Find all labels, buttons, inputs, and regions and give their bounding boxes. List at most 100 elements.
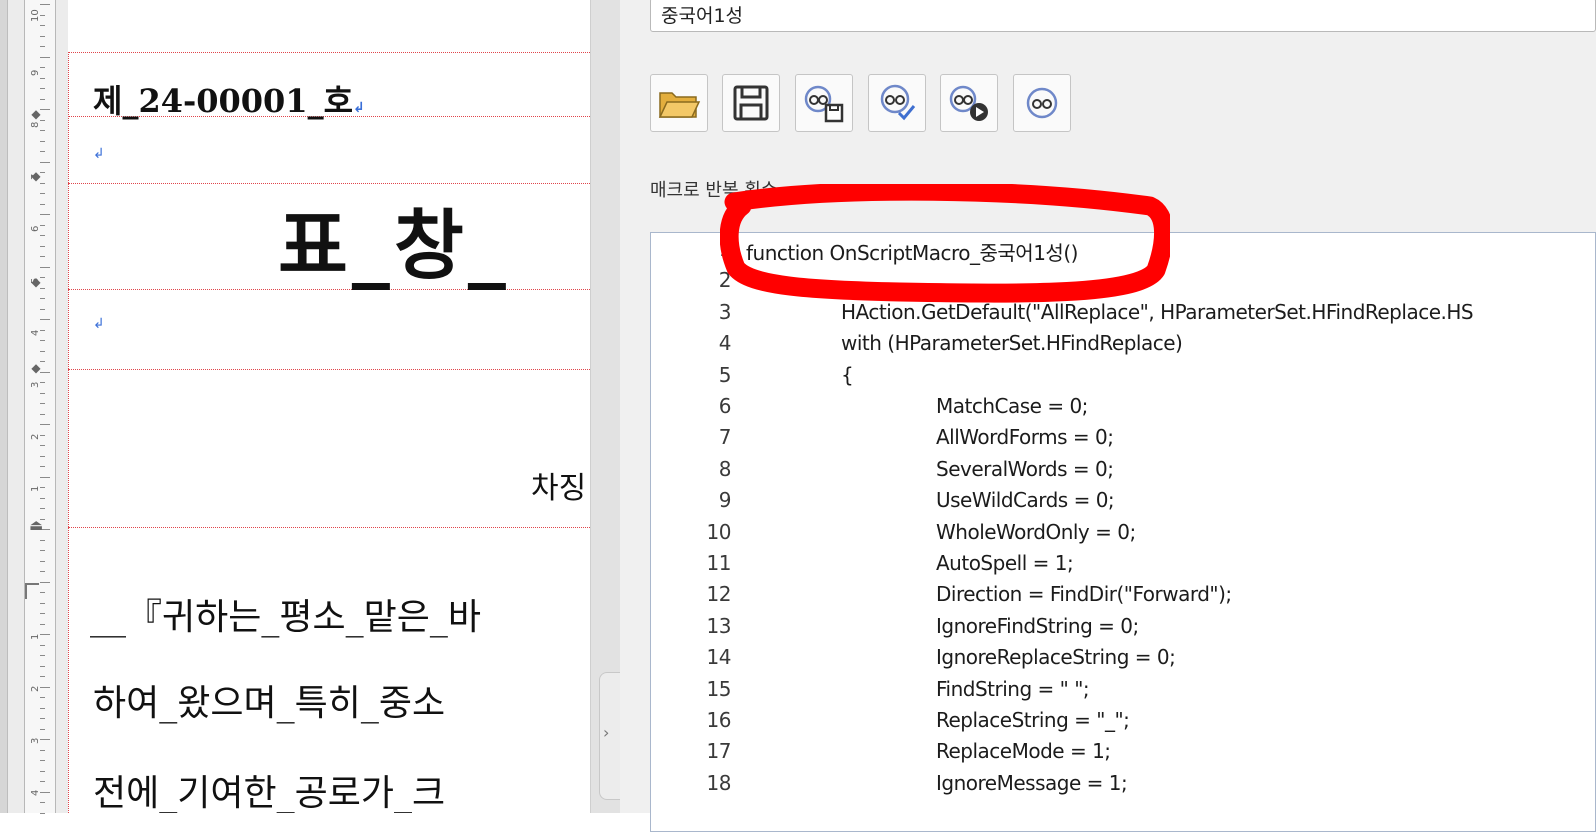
chevron-right-icon: ›	[603, 723, 610, 742]
ruler-margin-marker[interactable]: ◆	[29, 276, 43, 288]
ruler-margin-marker[interactable]: ◆	[29, 362, 43, 374]
ruler-tick	[40, 445, 45, 446]
script-editor[interactable]: 1 function OnScriptMacro_중국어1성() 2 3 HAction…	[650, 232, 1596, 832]
code-text: SeveralWords = 0;	[936, 456, 1114, 481]
ruler-tick	[40, 550, 45, 551]
document-page[interactable]: 제_24-00001_호↲ ↲ 표_창_ ↲ 차징 __『귀하는_평소_맡은_바…	[68, 0, 590, 813]
code-line[interactable]: 5{	[651, 362, 1595, 394]
ruler-number: 3	[30, 381, 41, 388]
paragraph-mark: ↲	[93, 316, 105, 332]
line-number: 5	[718, 362, 732, 387]
ruler-tick	[40, 497, 45, 499]
ruler-tick	[40, 676, 45, 677]
ruler-tick	[40, 319, 50, 320]
ruler-tick	[40, 424, 50, 425]
document-number-text: 제_24-00001_호	[93, 82, 354, 120]
page-margin-guide	[68, 52, 69, 813]
vertical-ruler: 10 9 8 7 6 5 4 3 2 1 1 2 3 4 ◆ ◆ ◆ ◆ ⏏	[0, 0, 68, 814]
code-text: IgnoreFindString = 0;	[936, 613, 1139, 638]
panel-splitter[interactable]: ›	[590, 0, 622, 813]
macro-run-button[interactable]	[940, 74, 998, 132]
line-number: 8	[718, 456, 732, 481]
code-text: UseWildCards = 0;	[936, 488, 1115, 513]
macro-check-button[interactable]	[868, 74, 926, 132]
macro-name-field[interactable]: 중국어1성	[650, 0, 1596, 32]
code-line[interactable]: 14 IgnoreReplaceString = 0;	[651, 645, 1595, 676]
ruler-tick	[40, 749, 45, 751]
ruler-tick	[40, 130, 45, 131]
code-line[interactable]: 2	[651, 268, 1595, 299]
ruler-margin-marker[interactable]: ◆	[29, 108, 43, 120]
code-line[interactable]: 13 IgnoreFindString = 0;	[651, 613, 1595, 645]
line-number: 11	[706, 551, 732, 575]
ruler-number: 2	[30, 433, 41, 440]
ruler-tick	[40, 613, 45, 614]
ruler-margin-marker[interactable]: ◆	[29, 170, 43, 182]
ruler-tick	[40, 718, 45, 719]
code-text: FindString = " ";	[936, 676, 1090, 701]
open-button[interactable]	[650, 74, 708, 132]
code-text: AllWordForms = 0;	[936, 425, 1114, 450]
code-text: ReplaceString = "_";	[936, 708, 1130, 732]
save-button[interactable]	[722, 74, 780, 132]
line-number: 12	[706, 582, 732, 607]
code-line[interactable]: 8 SeveralWords = 0;	[651, 456, 1595, 488]
code-text: ReplaceMode = 1;	[936, 739, 1111, 764]
ruler-tick	[40, 151, 45, 152]
macro-run-icon	[949, 85, 988, 121]
code-text: HAction.GetDefault("AllReplace", HParame…	[841, 299, 1474, 324]
code-line[interactable]: 1 function OnScriptMacro_중국어1성()	[651, 237, 1595, 268]
ruler-tick	[40, 266, 50, 268]
body-line-1: __『귀하는_평소_맡은_바	[90, 597, 481, 638]
ruler-tick	[40, 707, 45, 709]
code-line[interactable]: 15 FindString = " ";	[651, 676, 1595, 708]
code-line[interactable]: 16 ReplaceString = "_";	[651, 708, 1595, 739]
ruler-tick	[40, 476, 50, 478]
guide-line	[68, 369, 590, 370]
paragraph-mark: ↲	[93, 146, 105, 162]
code-line[interactable]: 17 ReplaceMode = 1;	[651, 739, 1595, 770]
ruler-tick	[40, 4, 50, 5]
ruler-edge	[0, 0, 8, 813]
ruler-tick	[40, 245, 45, 247]
ruler-tick	[40, 508, 45, 509]
ruler-tick	[40, 791, 50, 793]
ruler-tick	[40, 634, 50, 635]
ruler-tick	[40, 256, 45, 257]
ruler-tick	[40, 739, 50, 740]
ruler-tick	[40, 392, 45, 394]
code-line[interactable]: 10 WholeWordOnly = 0;	[651, 519, 1595, 551]
ruler-tick	[40, 466, 45, 467]
ruler-number: 3	[30, 737, 41, 744]
line-number: 18	[706, 770, 732, 795]
code-line[interactable]: 18 IgnoreMessage = 1;	[651, 770, 1595, 802]
code-line[interactable]: 7 AllWordForms = 0;	[651, 425, 1595, 456]
ruler-tick	[40, 214, 50, 215]
empty-paragraph: ↲	[93, 143, 105, 162]
code-line[interactable]: 11 AutoSpell = 1;	[651, 551, 1595, 582]
ruler-tick	[40, 403, 45, 404]
ruler-tick	[40, 161, 50, 163]
macro-repeat-button[interactable]	[1013, 74, 1071, 132]
code-text: WholeWordOnly = 0;	[936, 519, 1136, 544]
collapse-panel-handle[interactable]: ›	[599, 672, 622, 800]
code-line[interactable]: 12 Direction = FindDir("Forward");	[651, 582, 1595, 613]
ruler-tick	[40, 35, 45, 37]
code-line[interactable]: 9 UseWildCards = 0;	[651, 488, 1595, 519]
code-line[interactable]: 3 HAction.GetDefault("AllReplace", HParam…	[651, 299, 1595, 331]
document-title: 표_창_	[278, 201, 510, 290]
ruler-number: 1	[30, 485, 41, 492]
code-line[interactable]: 4 with (HParameterSet.HFindReplace)	[651, 331, 1595, 362]
ruler-indent-marker[interactable]: ⏏	[29, 518, 43, 533]
line-number: 7	[718, 425, 732, 450]
body-line-3: 전에_기여한_공로가_크	[93, 773, 446, 813]
line-number: 16	[706, 708, 732, 732]
ruler-tick	[40, 623, 45, 625]
code-text: MatchCase = 0;	[936, 394, 1088, 418]
document-subtitle: 차징	[531, 471, 587, 506]
line-number: 6	[718, 394, 732, 418]
code-text: Direction = FindDir("Forward");	[936, 582, 1232, 607]
ruler-tick	[40, 340, 45, 341]
macro-save-button[interactable]	[795, 74, 853, 132]
code-line[interactable]: 6 MatchCase = 0;	[651, 394, 1595, 425]
